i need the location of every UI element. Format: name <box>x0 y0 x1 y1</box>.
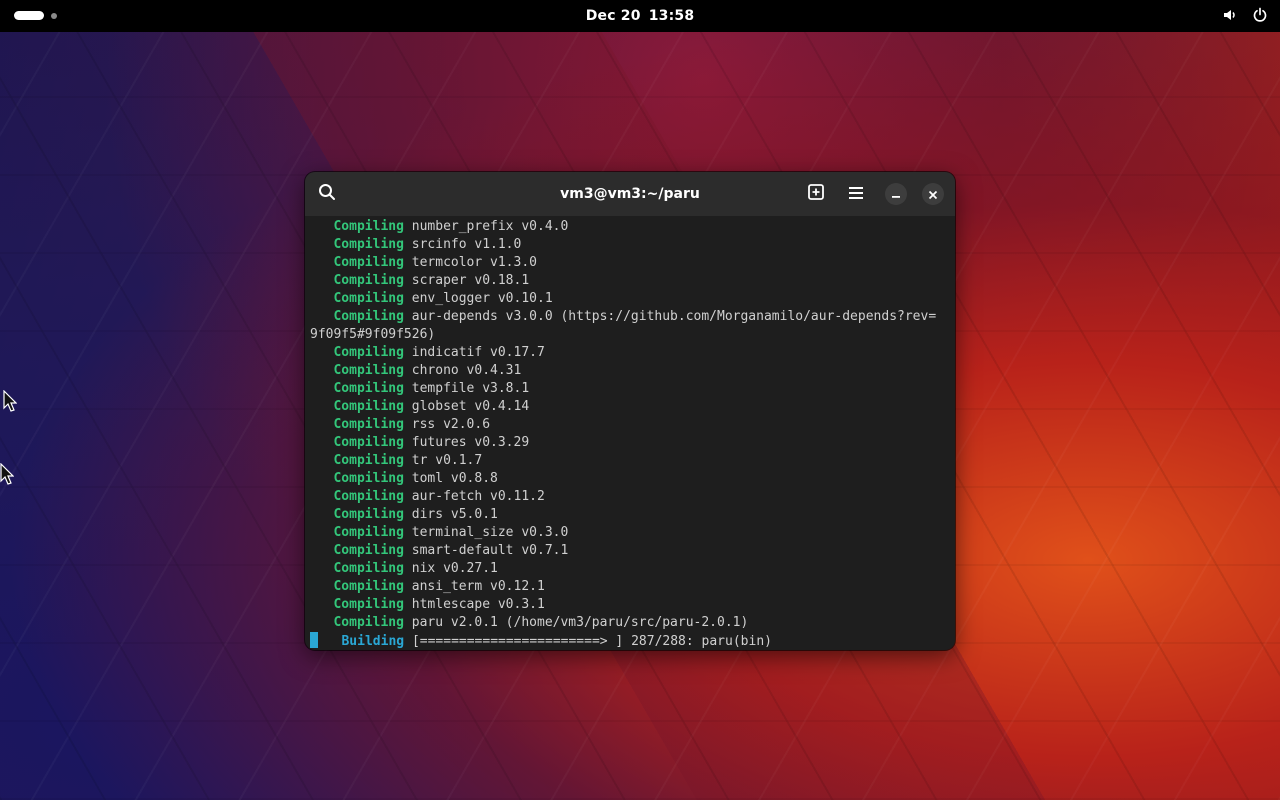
build-progress-bar: [=======================> ] <box>411 634 624 649</box>
terminal-line: Compiling nix v0.27.1 <box>310 560 955 578</box>
terminal-line-text: aur-fetch v0.11.2 <box>403 489 545 504</box>
terminal-output[interactable]: Compiling number_prefix v0.4.0 Compiling… <box>310 218 955 650</box>
clock[interactable]: Dec 20 13:58 <box>586 8 695 24</box>
search-icon <box>318 183 336 205</box>
power-icon[interactable] <box>1252 7 1268 23</box>
compiling-keyword: Compiling <box>333 345 404 360</box>
terminal-line: Compiling smart-default v0.7.1 <box>310 542 955 560</box>
workspace-inactive-dot[interactable] <box>51 12 57 19</box>
minimize-icon <box>891 185 901 204</box>
compiling-keyword: Compiling <box>333 453 404 468</box>
close-button[interactable] <box>922 183 944 205</box>
system-tray[interactable] <box>1222 7 1268 23</box>
terminal-line: Compiling htmlescape v0.3.1 <box>310 596 955 614</box>
clock-time: 13:58 <box>648 8 695 24</box>
terminal-line: Compiling terminal_size v0.3.0 <box>310 524 955 542</box>
terminal-line-text: smart-default v0.7.1 <box>403 543 569 558</box>
terminal-line-text: ansi_term v0.12.1 <box>403 579 545 594</box>
terminal-line-text: chrono v0.4.31 <box>403 363 522 378</box>
minimize-button[interactable] <box>885 183 907 205</box>
terminal-line: Compiling number_prefix v0.4.0 <box>310 218 955 236</box>
compiling-keyword: Compiling <box>333 507 404 522</box>
new-tab-icon <box>807 183 825 205</box>
top-bar: Dec 20 13:58 <box>0 0 1280 32</box>
compiling-keyword: Compiling <box>333 255 404 270</box>
compiling-keyword: Compiling <box>333 273 404 288</box>
compiling-keyword: Compiling <box>333 219 404 234</box>
terminal-line-text: htmlescape v0.3.1 <box>403 597 545 612</box>
terminal-line: Compiling aur-depends v3.0.0 (https://gi… <box>310 308 955 326</box>
terminal-line-text: toml v0.8.8 <box>403 471 498 486</box>
terminal-line-text: rss v2.0.6 <box>403 417 491 432</box>
compiling-keyword: Compiling <box>333 291 404 306</box>
terminal-line: Compiling toml v0.8.8 <box>310 470 955 488</box>
terminal-line: Compiling futures v0.3.29 <box>310 434 955 452</box>
close-icon <box>928 185 938 204</box>
volume-icon[interactable] <box>1222 7 1238 23</box>
terminal-line-text: indicatif v0.17.7 <box>403 345 545 360</box>
clock-date: Dec 20 <box>585 8 641 24</box>
build-progress-line: Building [=======================> ] 287… <box>310 632 955 650</box>
mouse-pointer-icon <box>3 389 18 416</box>
new-tab-button[interactable] <box>801 179 831 209</box>
terminal-line: Compiling ansi_term v0.12.1 <box>310 578 955 596</box>
terminal-line: Compiling rss v2.0.6 <box>310 416 955 434</box>
compiling-keyword: Compiling <box>333 489 404 504</box>
terminal-cursor <box>310 632 318 648</box>
terminal-line-text: tempfile v3.8.1 <box>403 381 530 396</box>
terminal-line: Compiling chrono v0.4.31 <box>310 362 955 380</box>
terminal-line-text: scraper v0.18.1 <box>403 273 530 288</box>
terminal-line: Compiling tempfile v3.8.1 <box>310 380 955 398</box>
compiling-keyword: Compiling <box>333 615 404 630</box>
terminal-line: Compiling globset v0.4.14 <box>310 398 955 416</box>
terminal-line: Compiling aur-fetch v0.11.2 <box>310 488 955 506</box>
terminal-line: 9f09f5#9f09f526) <box>310 326 955 344</box>
compiling-keyword: Compiling <box>333 435 404 450</box>
compiling-keyword: Compiling <box>333 579 404 594</box>
mouse-pointer-shadow-icon <box>0 462 15 489</box>
compiling-keyword: Compiling <box>333 399 404 414</box>
search-button[interactable] <box>312 179 342 209</box>
terminal-line: Compiling termcolor v1.3.0 <box>310 254 955 272</box>
terminal-line-text: globset v0.4.14 <box>403 399 530 414</box>
build-progress-status: 287/288: paru(bin) <box>631 634 772 649</box>
workspace-active-pill[interactable] <box>14 11 44 20</box>
building-keyword: Building <box>341 634 405 649</box>
compiling-keyword: Compiling <box>333 417 404 432</box>
terminal-line-text: 9f09f5#9f09f526) <box>310 327 436 342</box>
terminal-line: Compiling tr v0.1.7 <box>310 452 955 470</box>
terminal-line: Compiling paru v2.0.1 (/home/vm3/paru/sr… <box>310 614 955 632</box>
terminal-line: Compiling scraper v0.18.1 <box>310 272 955 290</box>
terminal-line-text: nix v0.27.1 <box>403 561 498 576</box>
terminal-line-text: aur-depends v3.0.0 (https://github.com/M… <box>403 309 937 324</box>
terminal-line: Compiling indicatif v0.17.7 <box>310 344 955 362</box>
hamburger-menu-icon <box>848 185 864 204</box>
terminal-line: Compiling srcinfo v1.1.0 <box>310 236 955 254</box>
menu-button[interactable] <box>841 179 871 209</box>
terminal-line-text: srcinfo v1.1.0 <box>403 237 522 252</box>
terminal-line-text: number_prefix v0.4.0 <box>403 219 569 234</box>
terminal-line-text: paru v2.0.1 (/home/vm3/paru/src/paru-2.0… <box>403 615 749 630</box>
compiling-keyword: Compiling <box>333 381 404 396</box>
compiling-keyword: Compiling <box>333 561 404 576</box>
compiling-keyword: Compiling <box>333 363 404 378</box>
compiling-keyword: Compiling <box>333 237 404 252</box>
compiling-keyword: Compiling <box>333 309 404 324</box>
window-titlebar[interactable]: vm3@vm3:~/paru <box>305 172 955 216</box>
compiling-keyword: Compiling <box>333 543 404 558</box>
compiling-keyword: Compiling <box>333 471 404 486</box>
terminal-line-text: termcolor v1.3.0 <box>403 255 537 270</box>
terminal-line: Compiling env_logger v0.10.1 <box>310 290 955 308</box>
terminal-line-text: dirs v5.0.1 <box>403 507 498 522</box>
terminal-line-text: futures v0.3.29 <box>403 435 530 450</box>
terminal-line-text: terminal_size v0.3.0 <box>403 525 569 540</box>
activities-indicator[interactable] <box>14 11 57 20</box>
terminal-line-text: env_logger v0.10.1 <box>403 291 553 306</box>
compiling-keyword: Compiling <box>333 597 404 612</box>
compiling-keyword: Compiling <box>333 525 404 540</box>
terminal-window[interactable]: vm3@vm3:~/paru Compiling number_prefix v… <box>305 172 955 650</box>
terminal-line: Compiling dirs v5.0.1 <box>310 506 955 524</box>
terminal-line-text: tr v0.1.7 <box>403 453 483 468</box>
